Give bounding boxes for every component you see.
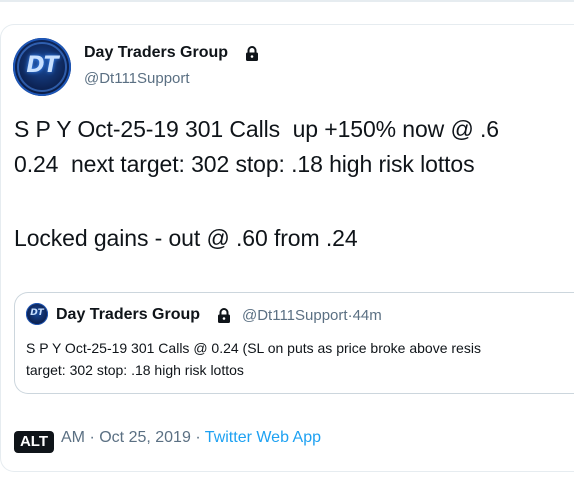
tweet-text-line: 0.24 next target: 302 stop: .18 high ris… [14, 151, 475, 177]
footer-separator: · [195, 429, 201, 446]
alt-badge[interactable]: ALT [14, 431, 54, 453]
quoted-meta: @Dt111Support·44m [242, 307, 382, 324]
tweet-text-line: S P Y Oct-25-19 301 Calls up +150% now @… [14, 116, 499, 142]
quoted-avatar: DT [26, 303, 48, 325]
footer-separator: · [89, 429, 95, 446]
tweet-text-line: Locked gains - out @ .60 from .24 [14, 225, 358, 251]
quoted-avatar-logo-text: DT [30, 308, 44, 318]
author-handle[interactable]: @Dt111Support [84, 70, 190, 87]
lock-icon [246, 46, 258, 61]
tweet-time[interactable]: AM [61, 429, 85, 446]
quoted-display-name: Day Traders Group [56, 306, 201, 323]
avatar[interactable]: DT [13, 38, 71, 96]
divider [0, 0, 574, 2]
quoted-time: 44m [352, 307, 382, 324]
quoted-text-line: target: 302 stop: .18 high risk lottos [26, 362, 244, 378]
author-display-name[interactable]: Day Traders Group [84, 44, 228, 62]
lock-icon [218, 308, 230, 323]
tweet-source[interactable]: Twitter Web App [205, 429, 321, 446]
tweet-date[interactable]: Oct 25, 2019 [99, 429, 191, 446]
quoted-text-line: S P Y Oct-25-19 301 Calls @ 0.24 (SL on … [26, 340, 481, 356]
avatar-logo-text: DT [26, 53, 58, 78]
tweet-screenshot: DT Day Traders Group @Dt111Support S P Y… [0, 0, 574, 502]
quoted-handle: @Dt111Support [242, 307, 348, 324]
tweet-footer: AM · Oct 25, 2019 · Twitter Web App [61, 429, 321, 447]
